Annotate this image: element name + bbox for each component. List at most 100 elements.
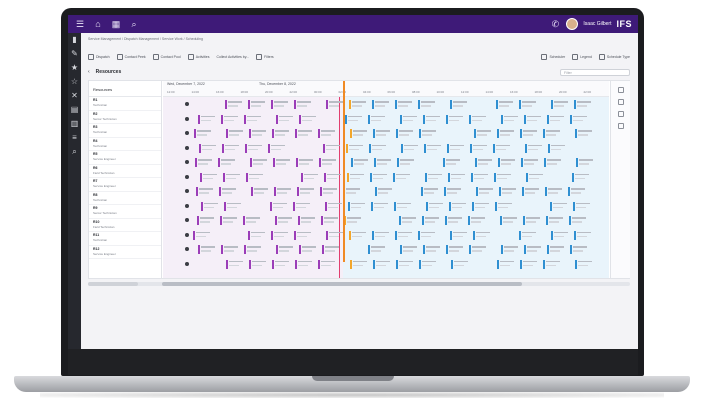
task-block[interactable]	[320, 187, 338, 196]
task-block[interactable]	[271, 230, 289, 240]
task-block[interactable]	[497, 129, 515, 138]
toolbar-contact-peek[interactable]: Contact Peek	[116, 54, 146, 60]
task-block[interactable]	[223, 172, 241, 182]
task-block[interactable]	[449, 201, 467, 211]
task-block[interactable]	[575, 259, 593, 269]
task-block[interactable]	[375, 187, 393, 196]
task-block[interactable]	[201, 201, 219, 211]
toolbar-legend[interactable]: Legend	[572, 54, 592, 60]
task-block[interactable]	[495, 201, 513, 211]
task-block[interactable]	[370, 172, 388, 182]
scroll-thumb[interactable]	[162, 282, 522, 286]
task-block[interactable]	[443, 158, 461, 167]
task-block[interactable]	[523, 216, 541, 225]
star-outline-icon[interactable]: ☆	[68, 75, 81, 89]
task-block[interactable]	[501, 114, 519, 124]
task-block[interactable]	[393, 172, 411, 182]
task-block[interactable]	[522, 187, 540, 196]
task-block[interactable]	[372, 230, 390, 240]
task-block[interactable]	[547, 114, 565, 124]
calendar-icon[interactable]: ▥	[68, 117, 81, 131]
task-block[interactable]	[246, 172, 264, 182]
filter-input[interactable]: Filter	[560, 68, 630, 76]
task-block[interactable]	[471, 172, 489, 182]
list-icon[interactable]	[617, 99, 624, 105]
task-block[interactable]	[225, 100, 243, 109]
task-block[interactable]	[474, 129, 492, 138]
user-name[interactable]: Isaac Gilbert	[583, 21, 611, 27]
avatar[interactable]	[566, 18, 579, 30]
toolbar-activities[interactable]: Activities	[187, 54, 210, 60]
task-block[interactable]	[270, 201, 288, 211]
bookmark-icon[interactable]: ▮	[68, 33, 81, 47]
resource-row[interactable]: R2 Senior Technician	[89, 111, 161, 124]
resource-row[interactable]: R9 Senior Technician	[89, 205, 161, 219]
task-block[interactable]	[543, 129, 561, 138]
task-block[interactable]	[545, 187, 563, 196]
task-block[interactable]	[424, 143, 442, 153]
task-block[interactable]	[251, 187, 269, 196]
edit-icon[interactable]: ✎	[68, 47, 81, 61]
task-block[interactable]	[350, 129, 368, 138]
task-block[interactable]	[524, 114, 542, 124]
tools-icon[interactable]: ✕	[68, 89, 81, 103]
task-block[interactable]	[543, 259, 561, 269]
resource-row[interactable]: R11 Technician	[89, 232, 161, 246]
task-block[interactable]	[351, 158, 369, 167]
task-block[interactable]	[198, 114, 216, 124]
task-block[interactable]	[373, 129, 391, 138]
task-block[interactable]	[444, 187, 462, 196]
task-block[interactable]	[297, 187, 315, 196]
task-block[interactable]	[470, 143, 488, 153]
task-block[interactable]	[494, 172, 512, 182]
resource-scrollbar[interactable]	[88, 282, 138, 286]
task-block[interactable]	[447, 143, 465, 153]
resource-row[interactable]: R8 Technician	[89, 192, 161, 205]
task-block[interactable]	[468, 216, 486, 225]
task-block[interactable]	[576, 158, 594, 167]
task-block[interactable]	[295, 129, 313, 138]
task-block[interactable]	[551, 100, 569, 109]
task-block[interactable]	[243, 216, 261, 225]
task-block[interactable]	[348, 201, 366, 211]
task-block[interactable]	[473, 230, 491, 240]
task-block[interactable]	[423, 245, 441, 254]
timeline-grid[interactable]	[163, 97, 609, 278]
toolbar-collect-activities[interactable]: Collect Activities by...	[217, 55, 250, 59]
chevron-icon[interactable]: ‹	[88, 69, 90, 75]
task-block[interactable]	[524, 245, 542, 254]
task-block[interactable]	[296, 158, 314, 167]
task-block[interactable]	[569, 216, 587, 225]
task-block[interactable]	[395, 230, 413, 240]
task-block[interactable]	[497, 259, 515, 269]
task-block[interactable]	[426, 201, 444, 211]
task-block[interactable]	[519, 100, 537, 109]
task-block[interactable]	[222, 143, 240, 153]
task-block[interactable]	[547, 245, 565, 254]
task-block[interactable]	[395, 100, 413, 109]
task-block[interactable]	[276, 114, 294, 124]
task-block[interactable]	[325, 201, 343, 211]
task-block[interactable]	[199, 143, 217, 153]
task-block[interactable]	[293, 201, 311, 211]
task-block[interactable]	[418, 100, 436, 109]
task-block[interactable]	[244, 245, 262, 254]
task-block[interactable]	[276, 245, 294, 254]
task-block[interactable]	[498, 158, 516, 167]
task-block[interactable]	[221, 245, 239, 254]
task-block[interactable]	[369, 143, 387, 153]
horizontal-scrollbar[interactable]	[88, 282, 630, 286]
task-block[interactable]	[218, 158, 236, 167]
task-block[interactable]	[418, 230, 436, 240]
toolbar-dispatch[interactable]: Dispatch	[88, 54, 110, 60]
task-block[interactable]	[373, 259, 391, 269]
task-block[interactable]	[345, 114, 363, 124]
task-block[interactable]	[273, 158, 291, 167]
task-block[interactable]	[271, 100, 289, 109]
task-block[interactable]	[245, 143, 263, 153]
toolbar-contact-pool[interactable]: Contact Pool	[152, 54, 181, 60]
task-block[interactable]	[323, 143, 341, 153]
task-block[interactable]	[575, 129, 593, 138]
resource-row[interactable]: R5 Service Engineer	[89, 151, 161, 165]
task-block[interactable]	[326, 100, 344, 109]
